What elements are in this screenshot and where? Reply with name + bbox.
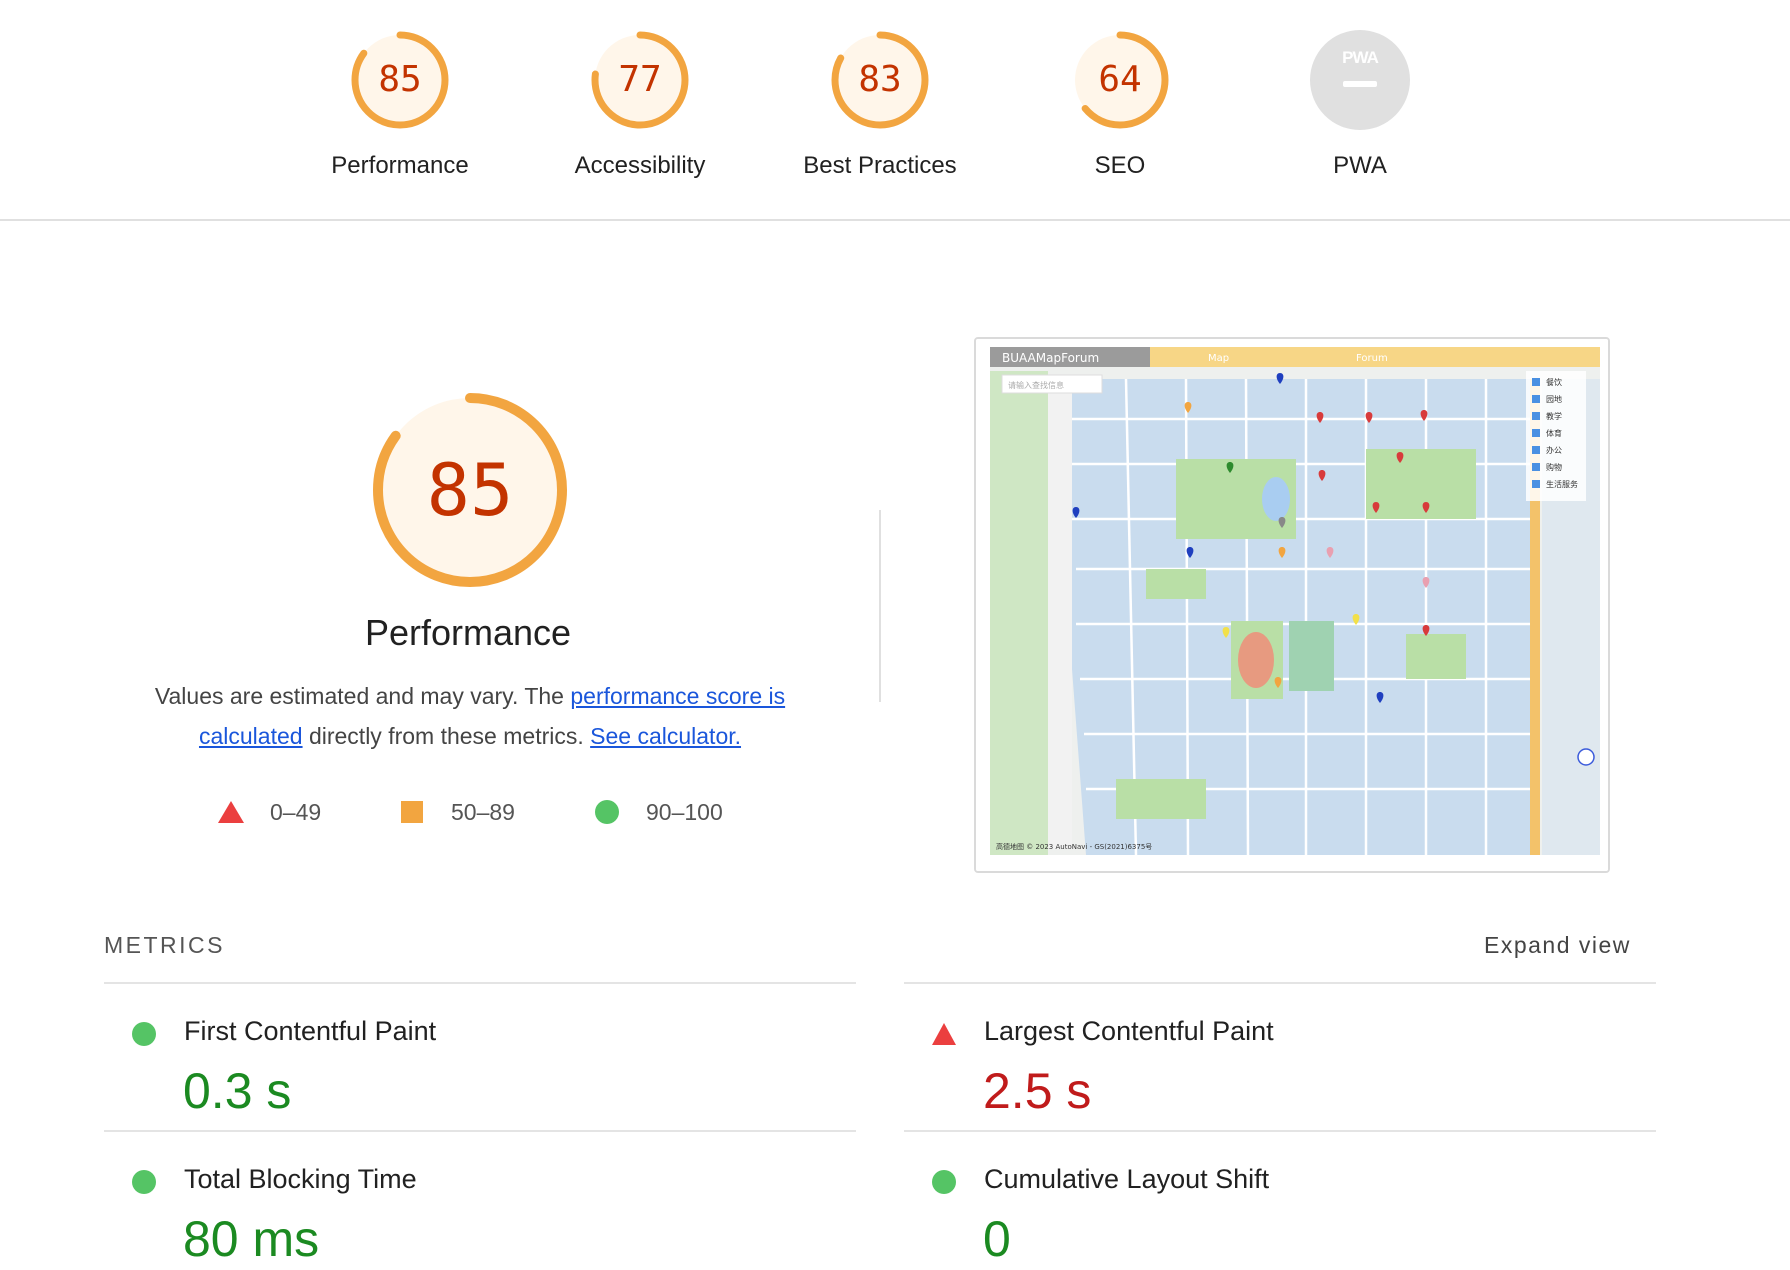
gauge-label: Accessibility: [574, 152, 706, 179]
metric-value: 0.3 s: [183, 1063, 292, 1119]
fail-triangle-icon: [218, 801, 244, 823]
expand-view-button[interactable]: Expand view: [1484, 932, 1631, 959]
performance-gauge: 85: [370, 390, 570, 590]
map-tab-map: Map: [1208, 353, 1229, 364]
final-screenshot[interactable]: BUAAMapForum Map Forum 请输入查找信息 餐饮园地教学体育办…: [974, 337, 1610, 873]
pwa-badge-icon: PWA: [1310, 30, 1410, 130]
layer-label: 餐饮: [1546, 377, 1562, 387]
layer-checkbox-icon: [1532, 378, 1540, 386]
metrics-divider: [904, 1130, 1656, 1132]
gauge-score: 77: [618, 59, 662, 100]
metric-first-contentful-paint[interactable]: First Contentful Paint 0.3 s: [104, 996, 854, 1144]
gauge-score: 85: [378, 59, 422, 100]
gauge-performance[interactable]: 85 Performance: [280, 30, 520, 180]
metric-largest-contentful-paint[interactable]: Largest Contentful Paint 2.5 s: [904, 996, 1654, 1144]
metrics-divider: [904, 982, 1656, 984]
gauge-accessibility[interactable]: 77 Accessibility: [520, 30, 760, 180]
layer-checkbox-icon: [1532, 429, 1540, 437]
metric-label: Cumulative Layout Shift: [984, 1164, 1270, 1194]
fail-triangle-icon: [932, 1023, 956, 1045]
gauge-label: SEO: [1094, 152, 1146, 179]
legend-fail: 0–49: [218, 797, 321, 827]
layer-label: 购物: [1546, 462, 1562, 472]
map-search-placeholder: 请输入查找信息: [1008, 380, 1064, 390]
gauge-best-practices[interactable]: 83 Best Practices: [760, 30, 1000, 180]
legend-pass-label: 90–100: [646, 798, 723, 825]
pass-circle-icon: [132, 1022, 156, 1046]
map-tab-forum: Forum: [1356, 353, 1388, 364]
pwa-dash: [1343, 81, 1377, 87]
category-scores-bar: 85 Performance 77 Accessibility 83 Best …: [0, 0, 1790, 221]
metric-label: Largest Contentful Paint: [984, 1016, 1274, 1046]
gauge-ring: 83: [830, 30, 930, 130]
metrics-divider: [104, 982, 856, 984]
legend-average-label: 50–89: [451, 798, 515, 825]
metric-cumulative-layout-shift[interactable]: Cumulative Layout Shift 0: [904, 1144, 1654, 1270]
gauge-label: Best Practices: [803, 152, 957, 179]
gauge-ring: 64: [1070, 30, 1170, 130]
gauge-ring: 85: [350, 30, 450, 130]
performance-description: Values are estimated and may vary. The p…: [110, 676, 830, 756]
metric-label: Total Blocking Time: [184, 1164, 417, 1194]
layer-label: 教学: [1546, 411, 1562, 421]
layer-label: 体育: [1546, 428, 1562, 438]
desc-text: Values are estimated and may vary. The: [154, 683, 571, 709]
gauge-score: 64: [1098, 59, 1142, 100]
metrics-header: METRICS: [104, 932, 225, 958]
gauge-ring: 77: [590, 30, 690, 130]
metrics-divider: [104, 1130, 856, 1132]
map-screenshot-image: BUAAMapForum Map Forum 请输入查找信息 餐饮园地教学体育办…: [976, 339, 1608, 871]
performance-score: 85: [426, 448, 514, 532]
gauge-label: PWA: [1333, 152, 1387, 179]
pass-circle-icon: [932, 1170, 956, 1194]
metric-value: 2.5 s: [983, 1063, 1092, 1119]
layer-label: 生活服务: [1546, 479, 1578, 489]
section-divider: [879, 510, 881, 702]
layer-checkbox-icon: [1532, 395, 1540, 403]
layer-label: 办公: [1546, 445, 1562, 455]
metric-total-blocking-time[interactable]: Total Blocking Time 80 ms: [104, 1144, 854, 1270]
desc-text: directly from these metrics.: [302, 723, 591, 749]
pass-circle-icon: [595, 800, 619, 824]
map-copyright: 高德地图 © 2023 AutoNavi - GS(2021)6375号: [996, 842, 1152, 851]
layer-checkbox-icon: [1532, 480, 1540, 488]
legend-fail-label: 0–49: [270, 798, 322, 825]
map-app-title: BUAAMapForum: [1002, 351, 1099, 365]
layer-checkbox-icon: [1532, 412, 1540, 420]
metric-value: 0: [983, 1211, 1011, 1267]
gauge-label: Performance: [331, 152, 469, 179]
performance-title: Performance: [364, 612, 572, 653]
gauge-ring: PWA: [1310, 30, 1410, 130]
see-calculator-link[interactable]: See calculator.: [590, 723, 741, 749]
layer-checkbox-icon: [1532, 446, 1540, 454]
legend-average: 50–89: [401, 797, 515, 827]
metric-label: First Contentful Paint: [184, 1016, 437, 1046]
gauge-pwa[interactable]: PWA PWA: [1240, 30, 1480, 180]
gauge-seo[interactable]: 64 SEO: [1000, 30, 1240, 180]
legend-pass: 90–100: [595, 797, 723, 827]
gauge-score: 83: [858, 59, 902, 100]
layer-label: 园地: [1546, 394, 1562, 404]
pwa-badge-text: PWA: [1342, 48, 1379, 67]
metric-value: 80 ms: [183, 1211, 320, 1267]
pass-circle-icon: [132, 1170, 156, 1194]
layer-checkbox-icon: [1532, 463, 1540, 471]
average-square-icon: [401, 801, 423, 823]
